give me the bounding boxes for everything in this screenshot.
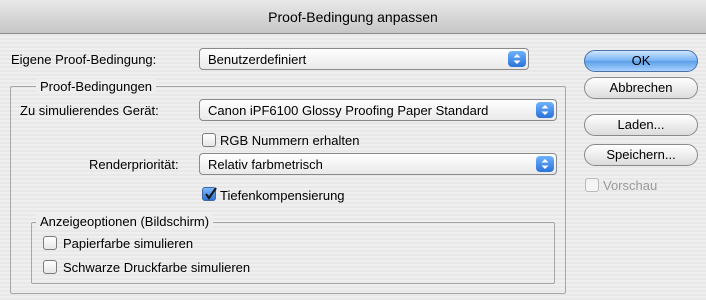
- custom-condition-label: Eigene Proof-Bedingung:: [11, 52, 157, 67]
- title-bar[interactable]: Proof-Bedingung anpassen: [0, 0, 706, 34]
- dialog-title: Proof-Bedingung anpassen: [268, 9, 438, 25]
- paper-color-label[interactable]: Papierfarbe simulieren: [63, 236, 193, 251]
- popup-arrows-icon: [536, 102, 554, 118]
- device-popup[interactable]: Canon iPF6100 Glossy Proofing Paper Stan…: [199, 99, 557, 121]
- intent-label: Renderpriorität:: [89, 157, 179, 172]
- cancel-button[interactable]: Abbrechen: [584, 77, 698, 99]
- device-label: Zu simulierendes Gerät:: [20, 103, 159, 118]
- save-button[interactable]: Speichern...: [584, 144, 698, 166]
- proof-setup-dialog: Proof-Bedingung anpassen Eigene Proof-Be…: [0, 0, 706, 300]
- proof-conditions-legend: Proof-Bedingungen: [36, 79, 157, 94]
- black-point-label[interactable]: Tiefenkompensierung: [220, 188, 345, 203]
- popup-arrows-icon: [508, 51, 526, 67]
- preview-label: Vorschau: [603, 178, 658, 193]
- intent-popup[interactable]: Relativ farbmetrisch: [199, 153, 557, 175]
- intent-value: Relativ farbmetrisch: [208, 157, 323, 172]
- device-value: Canon iPF6100 Glossy Proofing Paper Stan…: [208, 103, 489, 118]
- load-button[interactable]: Laden...: [584, 114, 698, 136]
- black-point-checkbox[interactable]: [202, 187, 217, 201]
- checkmark-icon: [205, 187, 217, 200]
- popup-arrows-icon: [536, 156, 554, 172]
- paper-color-checkbox[interactable]: [43, 236, 57, 250]
- custom-condition-value: Benutzerdefiniert: [208, 52, 307, 67]
- preserve-rgb-label[interactable]: RGB Nummern erhalten: [220, 133, 359, 148]
- custom-condition-popup[interactable]: Benutzerdefiniert: [199, 48, 529, 70]
- black-ink-checkbox[interactable]: [43, 260, 57, 274]
- black-ink-label[interactable]: Schwarze Druckfarbe simulieren: [63, 260, 250, 275]
- display-options-legend: Anzeigeoptionen (Bildschirm): [36, 214, 214, 229]
- ok-button[interactable]: OK: [584, 50, 698, 72]
- preview-checkbox[interactable]: [585, 178, 599, 192]
- preserve-rgb-checkbox[interactable]: [202, 133, 216, 147]
